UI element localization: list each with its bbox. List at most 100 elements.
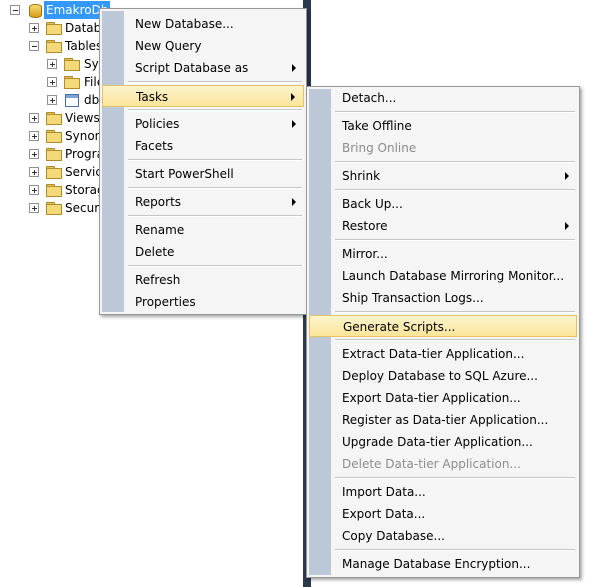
tree-node-label: db [84, 93, 100, 107]
menu-item-reports[interactable]: Reports [102, 191, 304, 213]
submenu-arrow-icon [292, 120, 296, 128]
tree-node-storage[interactable]: Storag [0, 181, 105, 199]
menu-item-label: Register as Data-tier Application... [342, 413, 549, 427]
folder-icon [46, 148, 62, 161]
tree-node-views[interactable]: Views [0, 109, 100, 127]
menu-item-label: New Database... [135, 17, 234, 31]
folder-icon [46, 184, 62, 197]
menu-item-label: Refresh [135, 273, 181, 287]
tree-node-emakrodb[interactable]: EmakroDb [0, 1, 111, 19]
menu-item-refresh[interactable]: Refresh [102, 269, 304, 291]
menu-item-copy-database[interactable]: Copy Database... [309, 525, 577, 547]
tree-node-label: Views [65, 111, 100, 125]
menu-item-label: Ship Transaction Logs... [342, 291, 484, 305]
menu-item-label: Back Up... [342, 197, 403, 211]
menu-item-bring-online: Bring Online [309, 137, 577, 159]
menu-item-label: Script Database as [135, 61, 249, 75]
menu-separator [335, 311, 575, 313]
tree-node-service-broker[interactable]: Service [0, 163, 109, 181]
menu-separator [128, 109, 302, 111]
menu-separator [335, 477, 575, 479]
menu-separator [128, 187, 302, 189]
expand-icon[interactable] [29, 167, 39, 177]
menu-item-tasks[interactable]: Tasks [102, 85, 304, 107]
menu-separator [335, 111, 575, 113]
menu-item-detach[interactable]: Detach... [309, 87, 577, 109]
menu-item-rename[interactable]: Rename [102, 219, 304, 241]
tree-node-security[interactable]: Securit [0, 199, 107, 217]
database-context-menu: New Database... New Query Script Databas… [99, 8, 307, 315]
menu-item-policies[interactable]: Policies [102, 113, 304, 135]
menu-item-properties[interactable]: Properties [102, 291, 304, 313]
menu-separator [128, 81, 302, 83]
expand-icon[interactable] [47, 95, 57, 105]
menu-item-upgrade-data-tier-app[interactable]: Upgrade Data-tier Application... [309, 431, 577, 453]
folder-icon [46, 112, 62, 125]
menu-item-restore[interactable]: Restore [309, 215, 577, 237]
tree-node-filetables[interactable]: File [0, 73, 104, 91]
menu-item-label: Export Data-tier Application... [342, 391, 521, 405]
menu-item-label: Shrink [342, 169, 381, 183]
menu-item-label: Deploy Database to SQL Azure... [342, 369, 538, 383]
folder-icon [46, 166, 62, 179]
menu-separator [335, 189, 575, 191]
menu-item-launch-mirroring-monitor[interactable]: Launch Database Mirroring Monitor... [309, 265, 577, 287]
menu-item-export-data-tier-app[interactable]: Export Data-tier Application... [309, 387, 577, 409]
menu-item-label: Export Data... [342, 507, 426, 521]
menu-item-label: Detach... [342, 91, 397, 105]
menu-item-start-powershell[interactable]: Start PowerShell [102, 163, 304, 185]
expand-icon[interactable] [47, 59, 57, 69]
submenu-arrow-icon [292, 64, 296, 72]
menu-item-import-data[interactable]: Import Data... [309, 481, 577, 503]
menu-item-export-data[interactable]: Export Data... [309, 503, 577, 525]
menu-item-register-data-tier-app[interactable]: Register as Data-tier Application... [309, 409, 577, 431]
menu-item-mirror[interactable]: Mirror... [309, 243, 577, 265]
tree-node-label: Tables [65, 39, 103, 53]
menu-item-back-up[interactable]: Back Up... [309, 193, 577, 215]
expand-icon[interactable] [29, 113, 39, 123]
menu-separator [335, 239, 575, 241]
menu-item-new-database[interactable]: New Database... [102, 13, 304, 35]
menu-item-delete[interactable]: Delete [102, 241, 304, 263]
menu-item-label: Reports [135, 195, 182, 209]
submenu-arrow-icon [291, 93, 295, 101]
menu-item-label: Take Offline [342, 119, 412, 133]
menu-item-extract-data-tier-app[interactable]: Extract Data-tier Application... [309, 343, 577, 365]
menu-item-label: Restore [342, 219, 388, 233]
expand-icon[interactable] [29, 149, 39, 159]
menu-item-label: Delete Data-tier Application... [342, 457, 521, 471]
table-icon [65, 94, 79, 107]
tree-node-table-db[interactable]: db [0, 91, 100, 109]
menu-item-facets[interactable]: Facets [102, 135, 304, 157]
tasks-submenu: Detach... Take Offline Bring Online Shri… [306, 86, 580, 578]
collapse-icon[interactable] [29, 41, 39, 51]
folder-icon [46, 130, 62, 143]
menu-item-new-query[interactable]: New Query [102, 35, 304, 57]
menu-item-label: Import Data... [342, 485, 426, 499]
tree-node-tables[interactable]: Tables [0, 37, 103, 55]
submenu-arrow-icon [292, 198, 296, 206]
menu-item-label: Copy Database... [342, 529, 445, 543]
tree-node-synonyms[interactable]: Synony [0, 127, 109, 145]
menu-item-take-offline[interactable]: Take Offline [309, 115, 577, 137]
expand-icon[interactable] [47, 77, 57, 87]
menu-item-label: Manage Database Encryption... [342, 557, 531, 571]
folder-icon [46, 40, 62, 53]
folder-icon [46, 202, 62, 215]
menu-item-script-database-as[interactable]: Script Database as [102, 57, 304, 79]
tree-node-programmability[interactable]: Progra [0, 145, 104, 163]
collapse-icon[interactable] [10, 5, 20, 15]
menu-item-label: Bring Online [342, 141, 417, 155]
menu-item-ship-transaction-logs[interactable]: Ship Transaction Logs... [309, 287, 577, 309]
expand-icon[interactable] [29, 23, 39, 33]
menu-item-generate-scripts[interactable]: Generate Scripts... [309, 315, 577, 337]
menu-item-manage-encryption[interactable]: Manage Database Encryption... [309, 553, 577, 575]
menu-item-shrink[interactable]: Shrink [309, 165, 577, 187]
database-icon [28, 2, 42, 18]
menu-item-deploy-to-sql-azure[interactable]: Deploy Database to SQL Azure... [309, 365, 577, 387]
expand-icon[interactable] [29, 185, 39, 195]
tree-node-database-diagrams[interactable]: Databa [0, 19, 109, 37]
tree-node-system-tables[interactable]: Sys [0, 55, 105, 73]
expand-icon[interactable] [29, 131, 39, 141]
expand-icon[interactable] [29, 203, 39, 213]
